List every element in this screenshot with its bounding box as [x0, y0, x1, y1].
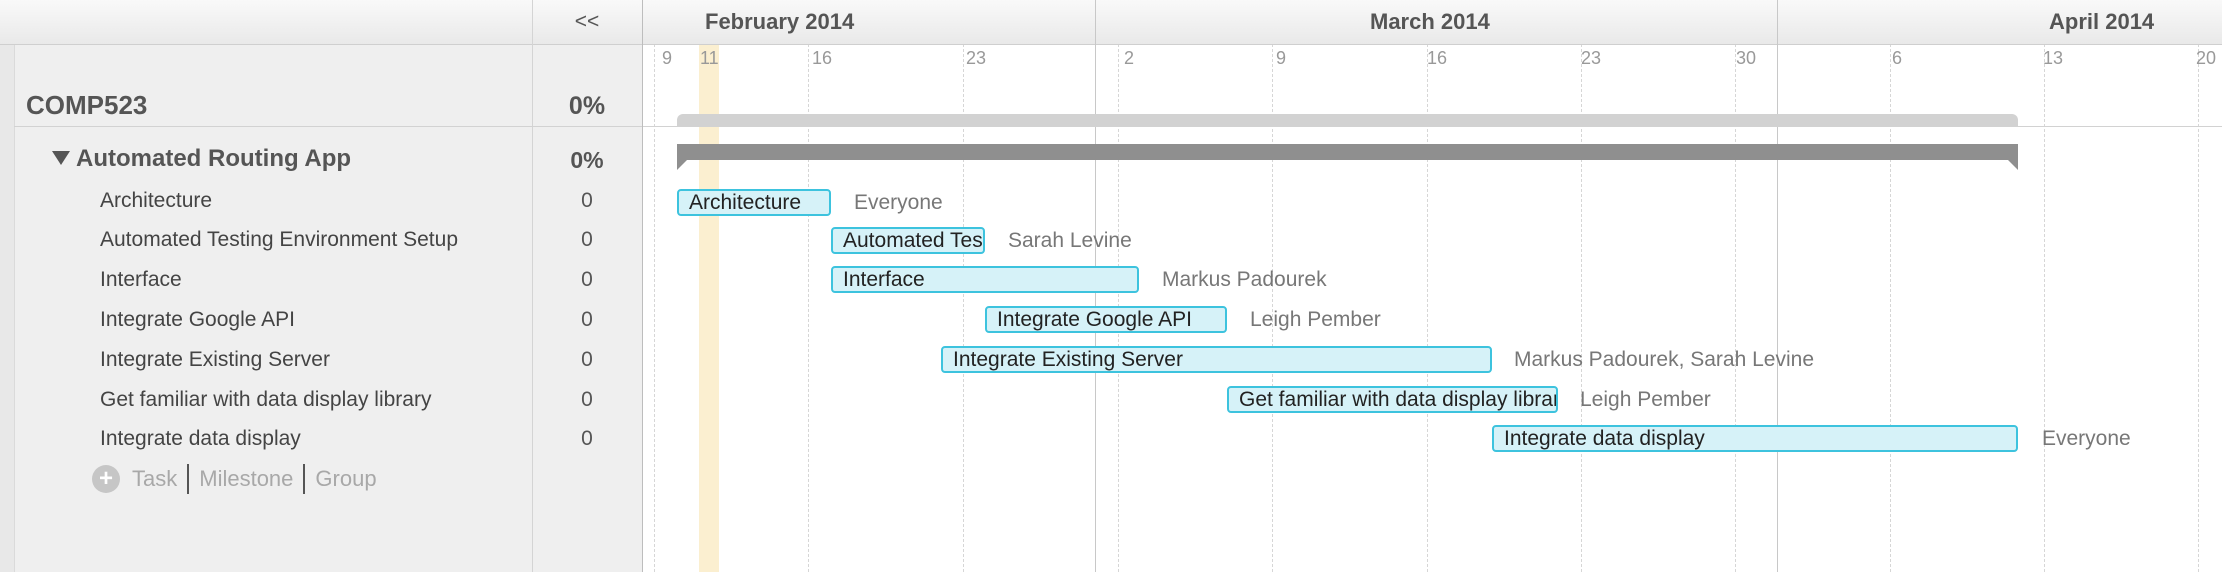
add-row-divider [303, 464, 306, 494]
add-item-row: + Task Milestone Group [92, 463, 377, 495]
month-label: March 2014 [1370, 9, 1490, 34]
month-divider [1777, 0, 1778, 572]
task-assignee: Leigh Pember [1250, 308, 1381, 331]
day-label: 11 [700, 48, 719, 68]
day-label: 23 [966, 48, 987, 68]
day-label: 16 [1427, 48, 1448, 68]
week-gridline [2044, 44, 2045, 572]
plus-circle-icon[interactable]: + [92, 465, 120, 493]
task-percent: 0 [581, 388, 593, 411]
day-label: 6 [1892, 48, 1903, 68]
task-percent: 0 [581, 189, 593, 212]
task-percent: 0 [581, 308, 593, 331]
task-bar-testing-setup[interactable]: Automated Testing Environment Setup [831, 227, 985, 254]
add-task-link[interactable]: Task [132, 466, 177, 492]
group-name[interactable]: Automated Routing App [76, 145, 351, 173]
task-bar-label: Get familiar with data display library [1239, 388, 1558, 411]
task-assignee: Everyone [854, 191, 943, 214]
project-summary-bar[interactable] [677, 114, 2018, 126]
gantt-app: << COMP523 0% Automated Routing App 0% A… [0, 0, 2222, 572]
task-assignee: Sarah Levine [1008, 229, 1132, 252]
task-name-architecture[interactable]: Architecture [100, 189, 212, 213]
task-bar-label: Integrate Google API [997, 308, 1192, 331]
month-label: April 2014 [2049, 9, 2155, 34]
month-label: February 2014 [705, 9, 855, 34]
list-pane-edge [0, 0, 15, 572]
task-name-existing-server[interactable]: Integrate Existing Server [100, 348, 330, 372]
day-label: 13 [2043, 48, 2064, 68]
task-bar-label: Architecture [689, 191, 802, 214]
task-bar-label: Integrate Existing Server [953, 348, 1183, 371]
add-group-link[interactable]: Group [315, 466, 376, 492]
task-bar-existing-server[interactable]: Integrate Existing Server [941, 346, 1492, 373]
day-label: 16 [812, 48, 833, 68]
project-percent: 0% [568, 92, 606, 120]
task-bar-label: Interface [843, 268, 925, 291]
task-name-data-display[interactable]: Integrate data display [100, 427, 301, 451]
project-name[interactable]: COMP523 [26, 90, 147, 121]
project-separator [643, 126, 2222, 127]
day-label: 9 [1276, 48, 1287, 68]
group-bar-right-cap [2008, 160, 2018, 170]
week-gridline [2198, 44, 2199, 572]
day-label: 30 [1736, 48, 1757, 68]
pane-divider[interactable] [642, 0, 643, 572]
task-percent: 0 [581, 228, 593, 251]
task-assignee: Markus Padourek [1162, 268, 1327, 291]
task-percent: 0 [581, 427, 593, 450]
task-percent: 0 [581, 348, 593, 371]
task-name-data-display-library[interactable]: Get familiar with data display library [100, 388, 431, 412]
collapse-triangle-icon[interactable] [52, 151, 70, 165]
day-label: 20 [2196, 48, 2217, 68]
day-label: 2 [1124, 48, 1135, 68]
task-percent: 0 [581, 268, 593, 291]
task-name-interface[interactable]: Interface [100, 268, 182, 292]
task-bar-data-display-library[interactable]: Get familiar with data display library [1227, 386, 1558, 413]
task-bar-label: Integrate data display [1504, 427, 1705, 450]
group-percent: 0% [570, 147, 604, 173]
task-bar-google-api[interactable]: Integrate Google API [985, 306, 1227, 333]
task-assignee: Markus Padourek, Sarah Levine [1514, 348, 1814, 371]
task-bar-label: Automated Testing Environment Setup [843, 229, 983, 252]
task-bar-data-display[interactable]: Integrate data display [1492, 425, 2018, 452]
add-row-divider [187, 464, 190, 494]
task-name-testing-setup[interactable]: Automated Testing Environment Setup [100, 228, 458, 252]
task-bar-interface[interactable]: Interface [831, 266, 1139, 293]
task-assignee: Everyone [2042, 427, 2131, 450]
group-summary-bar[interactable] [677, 144, 2018, 160]
task-name-google-api[interactable]: Integrate Google API [100, 308, 295, 332]
project-separator [14, 126, 643, 127]
day-label: 9 [662, 48, 673, 68]
task-assignee: Leigh Pember [1580, 388, 1711, 411]
collapse-list-button[interactable]: << [532, 0, 642, 44]
task-bar-architecture[interactable]: Architecture [677, 189, 831, 216]
add-milestone-link[interactable]: Milestone [199, 466, 293, 492]
group-bar-left-cap [677, 160, 687, 170]
week-gridline [654, 44, 655, 572]
day-label: 23 [1581, 48, 1602, 68]
